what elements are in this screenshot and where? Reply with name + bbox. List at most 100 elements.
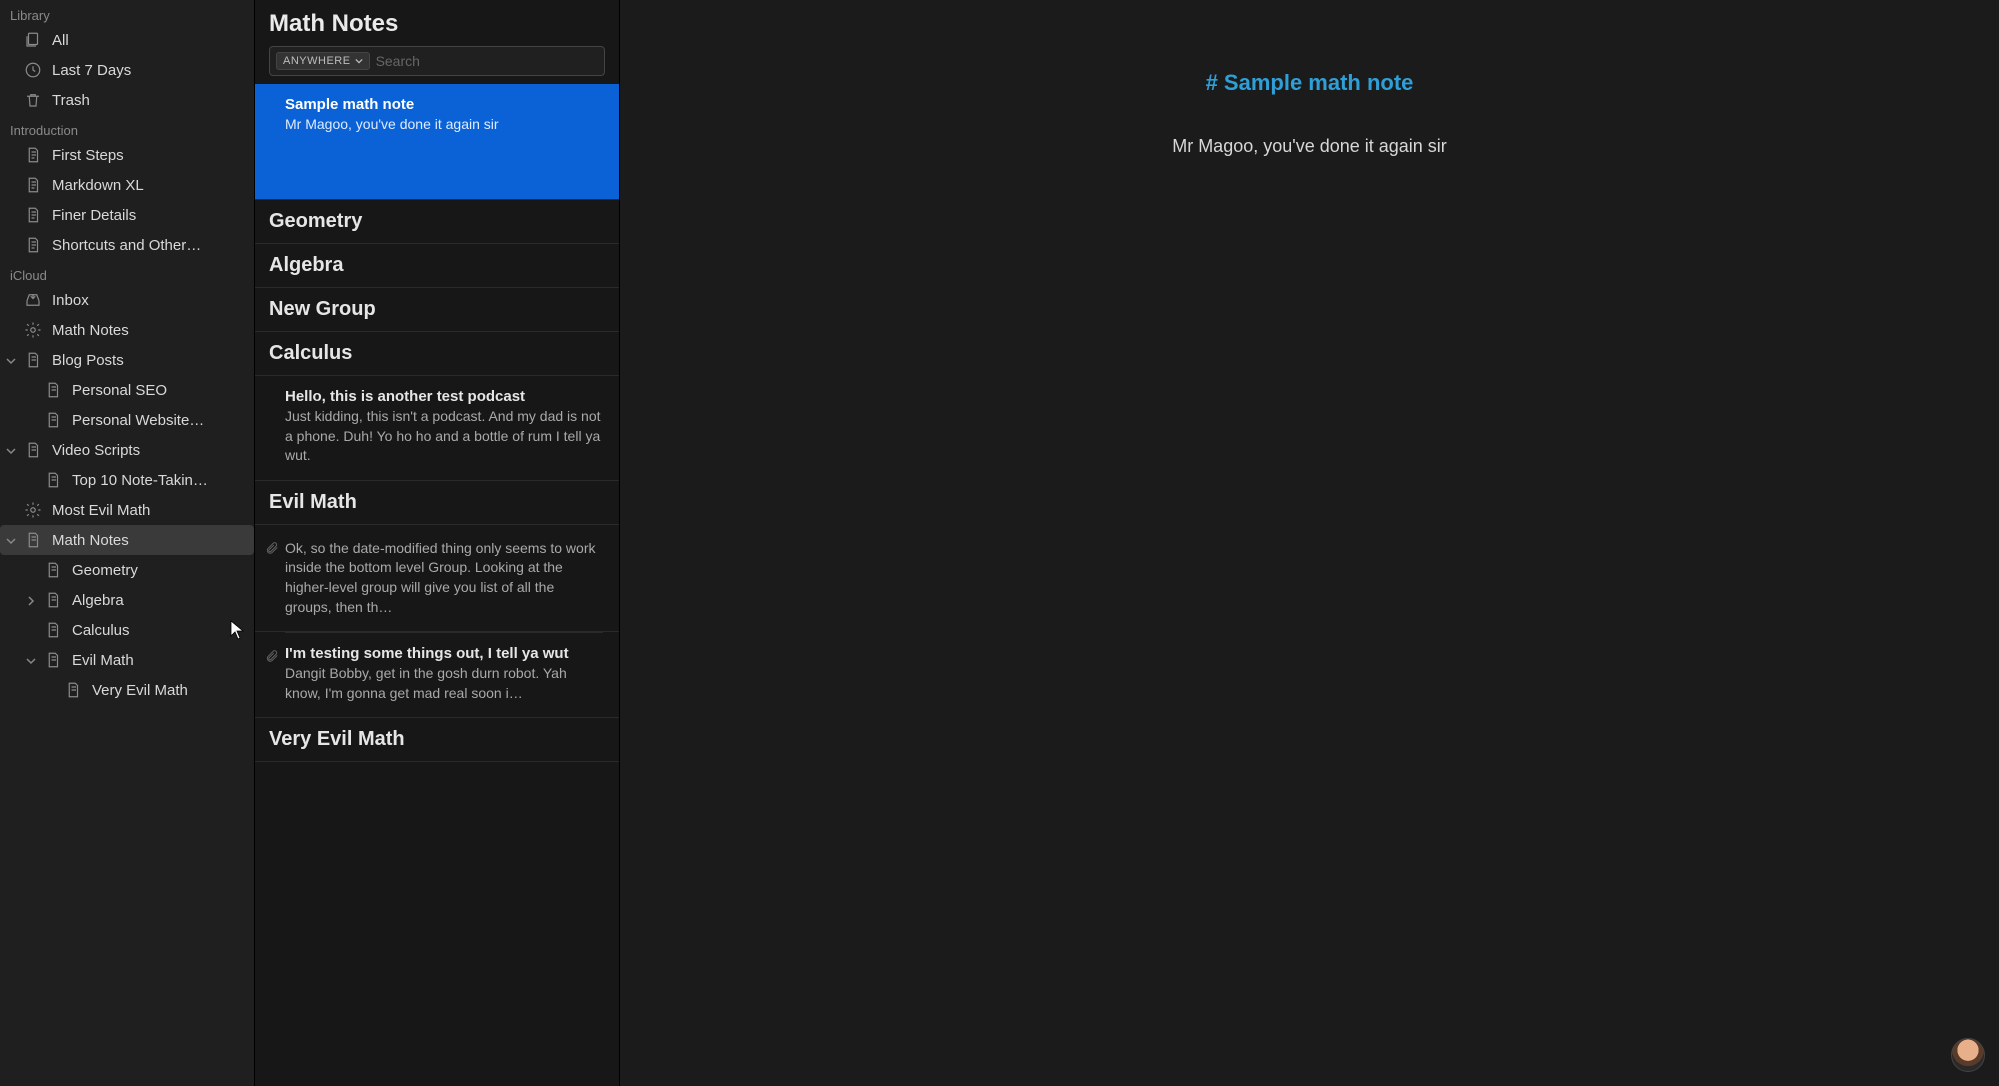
document-icon bbox=[24, 351, 42, 369]
document-icon bbox=[24, 236, 42, 254]
group-header-calculus[interactable]: Calculus bbox=[255, 332, 619, 376]
document-icon bbox=[24, 176, 42, 194]
chevron-right-icon[interactable] bbox=[26, 596, 36, 606]
sidebar-item-trash[interactable]: Trash bbox=[0, 85, 254, 115]
note-preview: Dangit Bobby, get in the gosh durn robot… bbox=[285, 664, 603, 703]
group-header-algebra[interactable]: Algebra bbox=[255, 244, 619, 288]
sidebar-item-calculus[interactable]: Calculus bbox=[0, 615, 254, 645]
sidebar-item-label: Geometry bbox=[72, 562, 138, 579]
sidebar-item-top10[interactable]: Top 10 Note-Takin… bbox=[0, 465, 254, 495]
app-root: Library All Last 7 Days Trash Introducti… bbox=[0, 0, 1999, 1086]
document-icon bbox=[44, 471, 62, 489]
search-scope-label: ANYWHERE bbox=[283, 55, 351, 67]
document-icon bbox=[44, 381, 62, 399]
sidebar-item-math-notes-smart[interactable]: Math Notes bbox=[0, 315, 254, 345]
sidebar-item-personal-website[interactable]: Personal Website… bbox=[0, 405, 254, 435]
sidebar-item-shortcuts[interactable]: Shortcuts and Other… bbox=[0, 230, 254, 260]
note-list: Math Notes ANYWHERE Sample math note Mr … bbox=[255, 0, 620, 1086]
group-header-veryevilmath[interactable]: Very Evil Math bbox=[255, 718, 619, 762]
paperclip-icon bbox=[265, 649, 279, 663]
sidebar-item-label: Blog Posts bbox=[52, 352, 124, 369]
document: # Sample math note Mr Magoo, you've done… bbox=[900, 0, 1720, 227]
sidebar-item-label: Trash bbox=[52, 92, 90, 109]
document-icon bbox=[44, 411, 62, 429]
sidebar-item-label: Last 7 Days bbox=[52, 62, 131, 79]
sidebar-item-last7days[interactable]: Last 7 Days bbox=[0, 55, 254, 85]
sidebar-item-label: Personal SEO bbox=[72, 382, 167, 399]
sidebar-item-label: Finer Details bbox=[52, 207, 136, 224]
search-scope-chip[interactable]: ANYWHERE bbox=[276, 52, 370, 70]
sidebar-item-label: Personal Website… bbox=[72, 412, 204, 429]
group-header-geometry[interactable]: Geometry bbox=[255, 200, 619, 244]
sidebar-item-label: Shortcuts and Other… bbox=[52, 237, 201, 254]
note-card[interactable]: Ok, so the date-modified thing only seem… bbox=[255, 525, 619, 632]
note-title: Sample math note bbox=[285, 96, 603, 113]
sidebar-item-label: First Steps bbox=[52, 147, 124, 164]
sidebar-item-blog-posts[interactable]: Blog Posts bbox=[0, 345, 254, 375]
paperclip-icon bbox=[265, 541, 279, 555]
chevron-down-icon bbox=[355, 57, 363, 65]
trash-icon bbox=[24, 91, 42, 109]
sidebar-item-evil-math[interactable]: Evil Math bbox=[0, 645, 254, 675]
gear-icon bbox=[24, 321, 42, 339]
sidebar-item-label: Top 10 Note-Takin… bbox=[72, 472, 208, 489]
sidebar-item-video-scripts[interactable]: Video Scripts bbox=[0, 435, 254, 465]
document-icon bbox=[24, 441, 42, 459]
sidebar-item-label: Video Scripts bbox=[52, 442, 140, 459]
search-input[interactable] bbox=[376, 53, 598, 69]
chevron-down-icon[interactable] bbox=[6, 446, 16, 456]
sidebar-item-algebra[interactable]: Algebra bbox=[0, 585, 254, 615]
sidebar-item-math-notes[interactable]: Math Notes bbox=[0, 525, 254, 555]
section-header-icloud: iCloud bbox=[0, 260, 254, 285]
sidebar-item-label: Evil Math bbox=[72, 652, 134, 669]
note-title: Hello, this is another test podcast bbox=[285, 388, 603, 405]
inbox-icon bbox=[24, 291, 42, 309]
sidebar-item-very-evil-math[interactable]: Very Evil Math bbox=[0, 675, 254, 705]
sidebar-item-label: Algebra bbox=[72, 592, 124, 609]
section-header-introduction: Introduction bbox=[0, 115, 254, 140]
clock-icon bbox=[24, 61, 42, 79]
chevron-down-icon[interactable] bbox=[26, 656, 36, 666]
sidebar-item-personal-seo[interactable]: Personal SEO bbox=[0, 375, 254, 405]
sidebar-item-finer-details[interactable]: Finer Details bbox=[0, 200, 254, 230]
document-icon bbox=[24, 146, 42, 164]
section-header-library: Library bbox=[0, 0, 254, 25]
gear-icon bbox=[24, 501, 42, 519]
search-box[interactable]: ANYWHERE bbox=[269, 46, 605, 76]
sidebar-item-all[interactable]: All bbox=[0, 25, 254, 55]
search-row: ANYWHERE bbox=[255, 46, 619, 84]
sidebar-item-label: Most Evil Math bbox=[52, 502, 150, 519]
note-title: I'm testing some things out, I tell ya w… bbox=[285, 645, 603, 662]
stack-icon bbox=[24, 31, 42, 49]
avatar[interactable] bbox=[1951, 1038, 1985, 1072]
sidebar-item-label: Calculus bbox=[72, 622, 130, 639]
sidebar: Library All Last 7 Days Trash Introducti… bbox=[0, 0, 255, 1086]
document-icon bbox=[24, 531, 42, 549]
note-preview: Just kidding, this isn't a podcast. And … bbox=[285, 407, 603, 466]
document-body[interactable]: Mr Magoo, you've done it again sir bbox=[1172, 136, 1447, 157]
note-card[interactable]: Hello, this is another test podcast Just… bbox=[255, 376, 619, 481]
chevron-down-icon[interactable] bbox=[6, 356, 16, 366]
note-preview: Mr Magoo, you've done it again sir bbox=[285, 115, 603, 135]
sidebar-item-label: Very Evil Math bbox=[92, 682, 188, 699]
note-card[interactable]: Sample math note Mr Magoo, you've done i… bbox=[255, 84, 619, 200]
sidebar-item-label: Math Notes bbox=[52, 532, 129, 549]
editor-pane[interactable]: # Sample math note Mr Magoo, you've done… bbox=[620, 0, 1999, 1086]
sidebar-item-geometry[interactable]: Geometry bbox=[0, 555, 254, 585]
sidebar-item-label: Math Notes bbox=[52, 322, 129, 339]
document-icon bbox=[44, 561, 62, 579]
document-heading[interactable]: # Sample math note bbox=[940, 70, 1680, 96]
chevron-down-icon[interactable] bbox=[6, 536, 16, 546]
document-icon bbox=[44, 591, 62, 609]
group-header-evilmath[interactable]: Evil Math bbox=[255, 481, 619, 525]
note-preview: Ok, so the date-modified thing only seem… bbox=[285, 539, 603, 617]
sidebar-item-markdown-xl[interactable]: Markdown XL bbox=[0, 170, 254, 200]
document-icon bbox=[24, 206, 42, 224]
sidebar-item-inbox[interactable]: Inbox bbox=[0, 285, 254, 315]
group-header-newgroup[interactable]: New Group bbox=[255, 288, 619, 332]
note-card[interactable]: I'm testing some things out, I tell ya w… bbox=[255, 633, 619, 718]
sidebar-item-most-evil-math[interactable]: Most Evil Math bbox=[0, 495, 254, 525]
document-icon bbox=[64, 681, 82, 699]
sidebar-item-label: Markdown XL bbox=[52, 177, 144, 194]
sidebar-item-first-steps[interactable]: First Steps bbox=[0, 140, 254, 170]
